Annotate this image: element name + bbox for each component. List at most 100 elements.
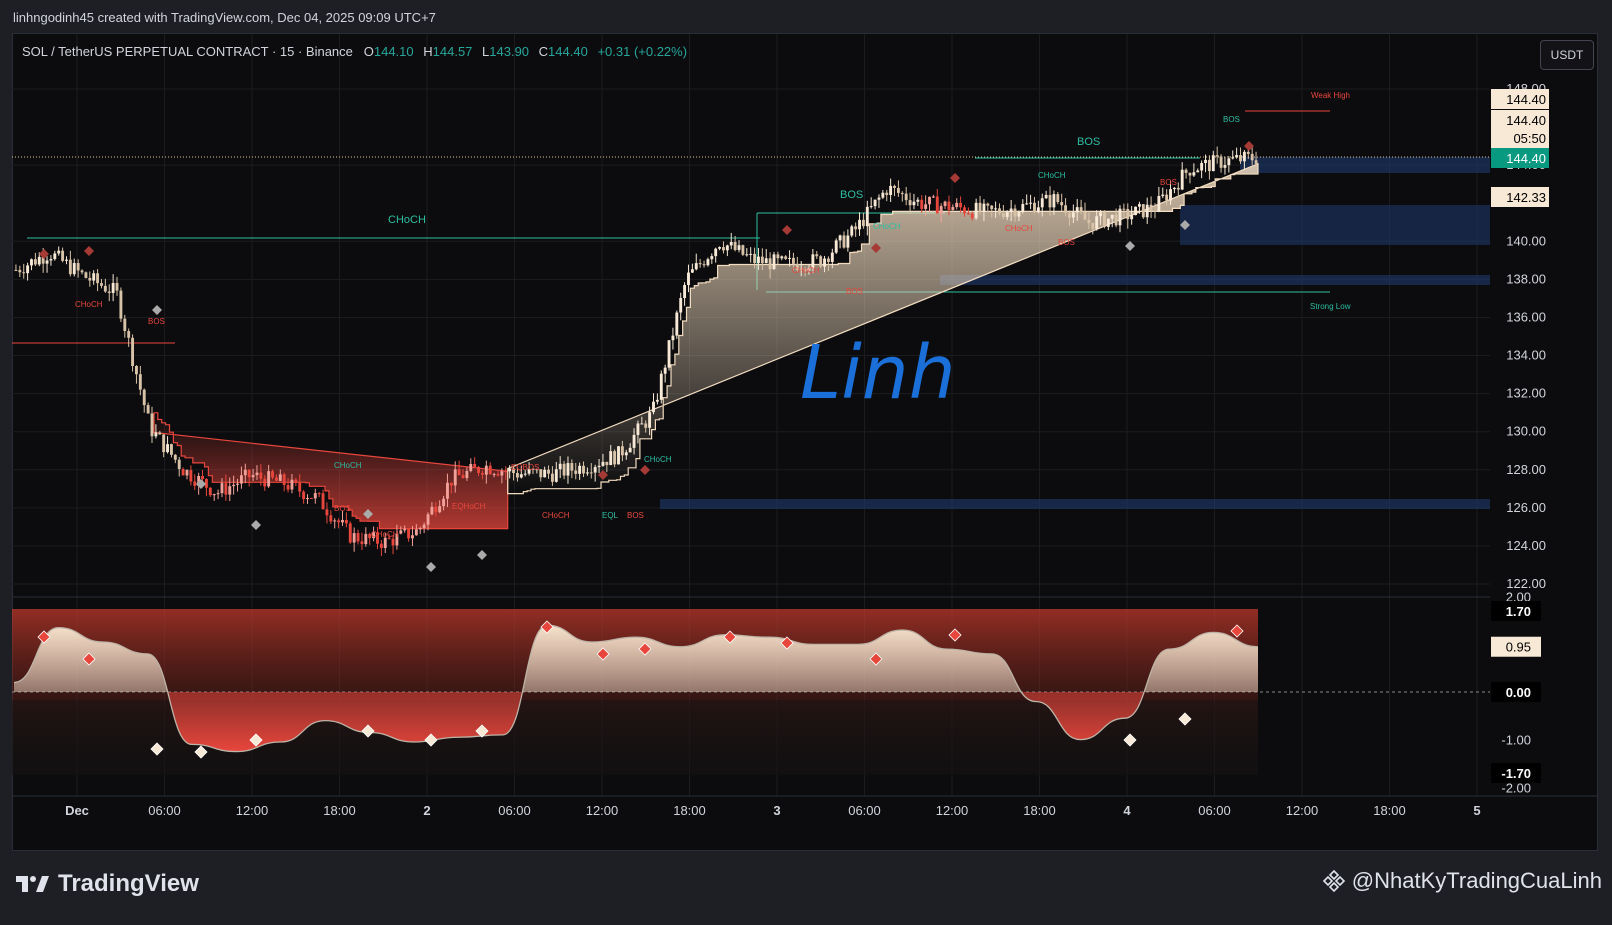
tradingview-wordmark: TradingView [58,870,199,897]
time-label: 12:00 [1286,803,1319,818]
candle-body [733,241,737,250]
candle-body [325,509,329,516]
price-axis-tags: 144.40 144.40 05:50 144.40 142.33 [1491,89,1549,207]
candle-body [1013,208,1017,217]
candle-body [935,196,939,214]
candle-body [652,401,655,413]
candle-body [1056,194,1060,203]
candle-body [360,541,364,545]
candle-body [1242,151,1246,162]
candle-body [823,258,826,267]
candle-body [617,446,620,465]
candle-body [255,472,259,476]
candle-body [142,389,146,406]
osc-tick-label: 0.00 [1506,685,1531,700]
candle-body [267,471,271,487]
price-tick-label: 134.00 [1506,348,1546,363]
eql-label: EQL [602,511,619,520]
candle-body [1250,153,1254,161]
candle-body [550,473,554,482]
candle-body [1001,213,1005,217]
candle-body [792,257,795,264]
candle-body [1075,207,1079,213]
candle-body [146,405,150,414]
candle-body [504,471,508,473]
candle-body [1064,205,1068,213]
candle-body [53,253,57,260]
candle-body [951,207,955,211]
candle-body [446,482,449,499]
bos-label-1: BOS [840,189,863,201]
candle-body [282,474,286,486]
candle-body [294,479,298,483]
candle-body [764,258,768,264]
candle-body [924,204,928,209]
candle-body [407,528,411,539]
candle-body [1114,214,1118,226]
candle-body [640,423,644,425]
candle-body [290,479,294,490]
osc-tick-label: 1.70 [1506,604,1531,619]
candle-body [313,493,317,499]
eqh-choch-label: EQHoCH [452,502,486,511]
candle-body [119,290,123,319]
candle-body [1040,198,1044,208]
candle-body [1009,208,1013,213]
bos-label-c: BOS [627,511,644,520]
demand-zone-low [660,499,1490,509]
time-label: 3 [773,803,780,818]
currency-button[interactable]: USDT [1540,40,1594,70]
candle-body [1099,212,1102,217]
candle-body [904,193,908,201]
candle-body [216,493,220,495]
candle-body [931,196,935,198]
candle-body [974,202,978,219]
candle-body [430,506,434,515]
candle-body [57,250,61,254]
candle-body [547,469,550,474]
candle-body [1103,212,1106,227]
swing-diamond [152,305,162,315]
candle-body [1141,204,1145,218]
candle-body [970,213,974,219]
candle-body [68,259,72,275]
candle-body [1176,187,1180,190]
candle-body [33,259,37,265]
candle-body [123,318,127,332]
open-value: 144.10 [373,44,414,59]
candle-body [1033,202,1036,213]
bos-label-d: BOS [846,287,863,296]
candle-body [1246,151,1250,154]
time-label: 4 [1123,803,1131,818]
time-axis-labels[interactable]: Dec 06:00 12:00 18:00 2 06:00 12:00 18:00 3 06:00… [65,803,1481,818]
candle-body [601,461,605,466]
candle-body [414,529,418,536]
candle-body [1083,211,1087,220]
choch-label-big: CHoCH [388,214,426,226]
price-tick-label: 138.00 [1506,271,1546,286]
candle-body [100,283,103,286]
candle-body [694,263,698,270]
candle-body [96,273,100,284]
price-chart[interactable]: CHoCH BOS BOS CHoCH BOS CHoCH BOS CHoCH … [0,0,1612,925]
symbol-name: SOL / TetherUS PERPETUAL CONTRACT · 15 ·… [22,44,353,59]
time-label: 12:00 [236,803,269,818]
candle-body [1126,209,1130,220]
candle-body [1021,204,1025,212]
candle-body [698,263,702,265]
candle-body [481,472,484,475]
candle-body [236,483,239,485]
candle-body [278,474,282,481]
candle-body [337,520,341,523]
candle-body [1254,160,1258,164]
candle-body [239,475,243,484]
price-tag: 05:50 [1513,131,1546,146]
candle-body [749,253,753,255]
candle-body [908,200,912,206]
candle-body [438,506,442,513]
candle-body [718,247,722,249]
candle-body [710,256,714,260]
candle-body [869,206,873,208]
candle-body [690,269,694,273]
candle-body [737,245,741,250]
